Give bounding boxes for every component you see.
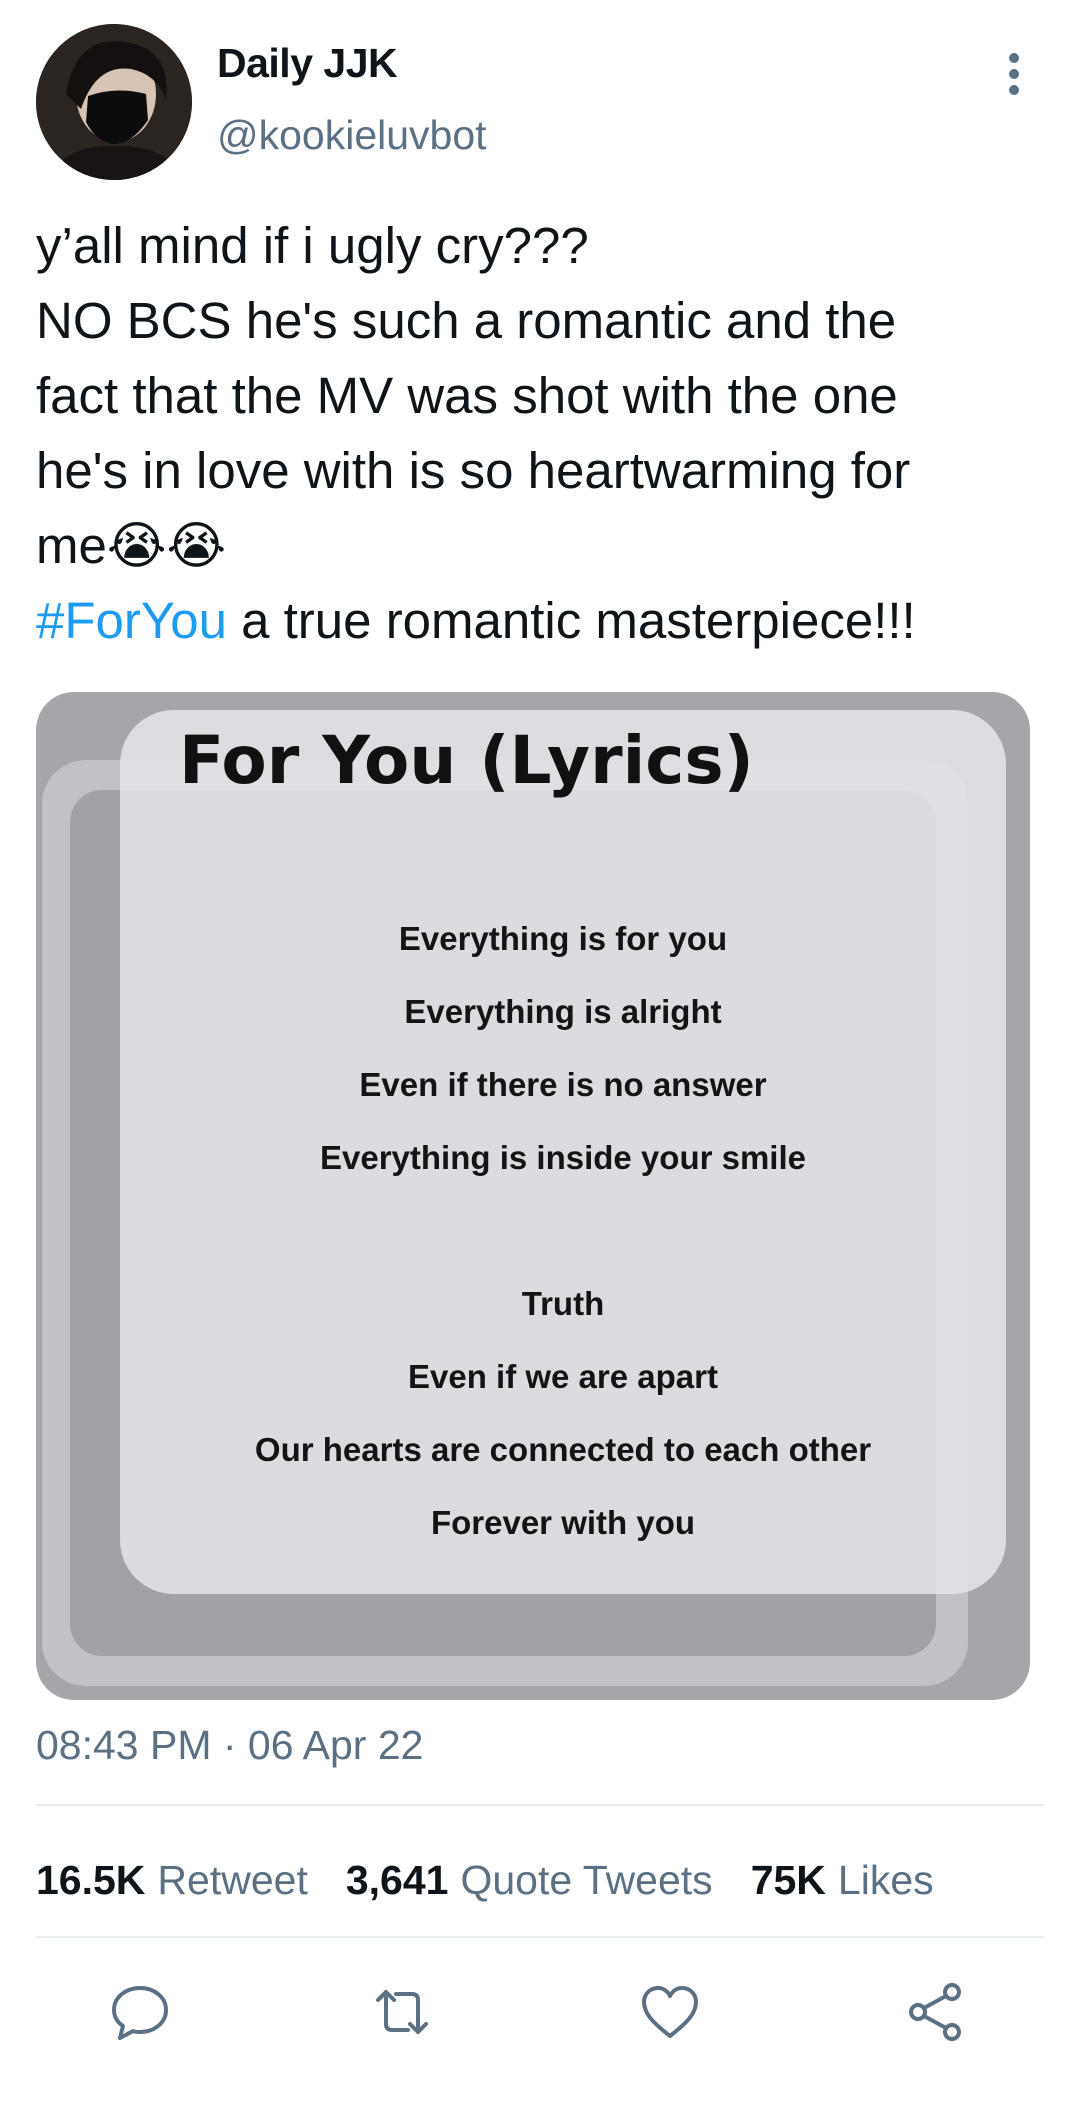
like-count: 75K [750,1856,826,1903]
lyric-line: Our hearts are connected to each other [254,1431,872,1468]
tweet-text: y’all mind if i ugly cry??? NO BCS he's … [36,208,1046,658]
divider [36,1936,1044,1938]
quote-label: Quote Tweets [460,1856,713,1903]
retweet-label: Retweet [157,1856,308,1903]
tweet-text-line: NO BCS he's such a romantic and the [36,292,897,349]
lyric-line: Everything is alright [404,993,722,1030]
retweet-icon[interactable] [370,1980,434,2044]
author-display-name[interactable]: Daily JJK [217,40,398,87]
quote-count: 3,641 [345,1856,449,1903]
quote-count-link[interactable]: 3,641 Quote Tweets [346,1857,713,1904]
tweet-text-line-hashtag: #ForYou a true romantic masterpiece!!! [36,583,1046,658]
divider [36,1804,1044,1806]
lyric-line: Everything is for you [398,920,728,957]
tweet-media-image[interactable]: For You (Lyrics) Everything is for you E… [36,692,1030,1700]
like-label: Likes [837,1856,934,1903]
reply-icon[interactable] [108,1980,172,2044]
avatar-image [36,24,192,180]
lyric-line: Even if there is no answer [359,1066,767,1103]
share-icon[interactable] [904,1980,968,2044]
lyric-line: Even if we are apart [408,1358,718,1395]
tweet-text-line: he's in love with is so heartwarming for [36,442,911,499]
like-icon[interactable] [638,1980,702,2044]
retweet-count-link[interactable]: 16.5K Retweet [36,1857,308,1904]
tweet-text-line: y’all mind if i ugly cry??? [36,217,589,274]
lyrics-list: Everything is for you Everything is alri… [120,902,1006,1559]
tweet-text-line: fact that the MV was shot with the one [36,367,898,424]
tweet-stats: 16.5K Retweet 3,641 Quote Tweets 75K Likes [36,1850,972,1910]
lyric-line: Truth [521,1285,605,1322]
author-handle[interactable]: @kookieluvbot [217,112,487,159]
lyric-stanza-gap [120,1194,1006,1267]
more-options-icon[interactable] [1000,50,1044,100]
like-count-link[interactable]: 75K Likes [751,1857,934,1904]
tweet-timestamp[interactable]: 08:43 PM · 06 Apr 22 [36,1722,423,1769]
hashtag-suffix: a true romantic masterpiece!!! [226,592,916,649]
lyric-line: Forever with you [430,1504,696,1541]
retweet-count: 16.5K [36,1856,146,1903]
hashtag-link[interactable]: #ForYou [36,592,227,649]
lyric-line: Everything is inside your smile [320,1139,806,1176]
avatar[interactable] [36,24,192,180]
tweet-text-line: me😭😭 [36,517,227,574]
lyrics-title: For You (Lyrics) [179,722,754,799]
